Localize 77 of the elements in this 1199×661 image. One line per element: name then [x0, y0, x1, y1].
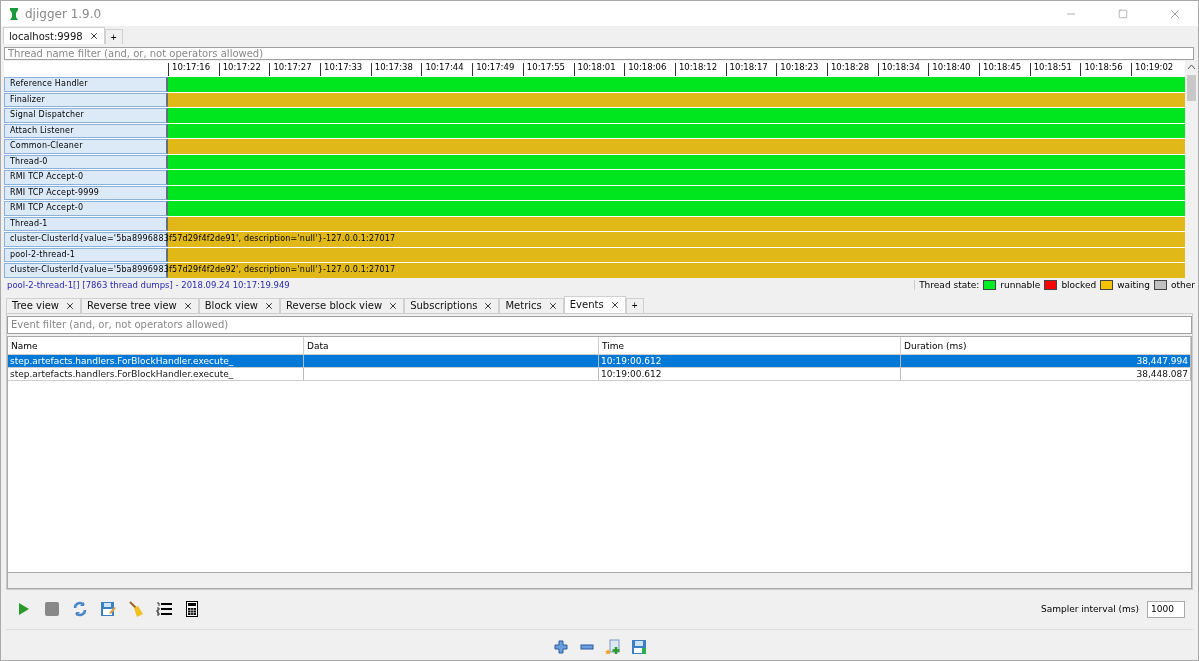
thread-name[interactable]: RMI TCP Accept-9999	[10, 186, 100, 199]
time-tick: 10:19:02	[1131, 63, 1182, 76]
legend-label: waiting	[1117, 279, 1150, 290]
close-icon[interactable]	[264, 300, 274, 311]
time-tick: 10:17:33	[320, 63, 371, 76]
event-filter-field[interactable]: Event filter (and, or, not operators allowed)	[7, 315, 1192, 334]
table-cell: 10:19:00.612	[599, 354, 901, 367]
time-tick: 10:17:44	[421, 63, 473, 76]
close-icon[interactable]	[483, 300, 494, 311]
legend-label: other	[1171, 279, 1195, 290]
legend-title: Thread state:	[919, 279, 980, 290]
scrollbar[interactable]	[1185, 61, 1198, 278]
time-tick: 10:17:38	[370, 63, 422, 76]
time-tick: 10:18:17	[725, 63, 777, 76]
view-tab[interactable]: Reverse tree view	[81, 297, 199, 313]
time-tick: 10:17:16	[168, 63, 219, 76]
time-tick: 10:18:01	[573, 63, 625, 76]
thread-name[interactable]: RMI TCP Accept-0	[10, 202, 84, 214]
thread-name[interactable]: Thread-0	[10, 155, 48, 168]
stop-icon[interactable]	[42, 599, 62, 619]
view-tab[interactable]: Events	[563, 295, 626, 313]
thread-name[interactable]: Attach Listener	[10, 124, 74, 137]
thread-name[interactable]: Common-Cleaner	[10, 140, 83, 152]
close-icon[interactable]	[65, 300, 76, 311]
table-cell: 38,448.087	[901, 367, 1191, 380]
time-tick: 10:17:49	[472, 63, 523, 76]
view-tab[interactable]: Block view	[198, 297, 280, 313]
column-header[interactable]: Data	[304, 336, 599, 354]
view-tab[interactable]: Reverse block view	[280, 297, 405, 313]
maximize-icon	[1118, 8, 1128, 19]
selection-info: pool-2-thread-1[] [7863 thread dumps] - 2018.09.24 10:17:19.949	[6, 279, 291, 290]
legend-label: runnable	[1000, 279, 1041, 290]
thread-name[interactable]: Thread-1	[10, 217, 48, 230]
thread-name[interactable]: Signal Dispatcher	[10, 109, 84, 121]
view-tab[interactable]: Metrics	[499, 297, 564, 313]
time-tick: 10:17:22	[218, 63, 270, 76]
sampler-interval-label: Sampler interval (ms)	[1041, 604, 1139, 614]
time-tick: 10:18:12	[674, 63, 726, 76]
time-tick: 10:17:27	[269, 63, 321, 76]
time-tick: 10:18:23	[776, 63, 827, 76]
sampler-interval-field[interactable]: 1000	[1147, 600, 1185, 618]
thread-name[interactable]: RMI TCP Accept-0	[10, 171, 84, 183]
broom-icon[interactable]	[126, 599, 146, 619]
time-tick: 10:18:51	[1029, 63, 1081, 76]
window-title: djigger 1.9.0	[25, 6, 103, 21]
view-tab[interactable]: Subscriptions	[404, 297, 500, 313]
close-icon[interactable]	[547, 300, 558, 311]
app-logo-icon	[9, 7, 19, 20]
horizontal-scrollbar[interactable]	[8, 571, 1191, 588]
thread-filter-field[interactable]: Thread name filter (and, or, not operators allowed)	[4, 47, 1194, 60]
time-tick: 10:18:06	[624, 63, 675, 76]
close-icon[interactable]	[609, 299, 620, 310]
time-tick: 10:18:40	[928, 63, 979, 76]
time-tick: 10:18:45	[979, 63, 1030, 76]
session-tab[interactable]: localhost:9998	[3, 27, 105, 44]
table-cell: 10:19:00.612	[599, 367, 901, 380]
table-cell: step.artefacts.handlers.ForBlockHandler.execute_	[8, 367, 304, 380]
table-cell: step.artefacts.handlers.ForBlockHandler.execute_	[8, 354, 304, 367]
close-icon[interactable]	[88, 31, 99, 41]
thread-name[interactable]: Finalizer	[10, 93, 45, 106]
thread-name[interactable]: pool-2-thread-1	[10, 248, 76, 261]
column-header[interactable]: Duration (ms)	[901, 336, 1191, 354]
save-icon[interactable]	[98, 599, 118, 619]
close-icon[interactable]	[182, 300, 193, 311]
legend-label: blocked	[1061, 279, 1097, 290]
column-header[interactable]: Time	[599, 336, 901, 354]
close-icon[interactable]	[388, 300, 399, 311]
numbered-list-icon[interactable]	[154, 599, 174, 619]
time-tick: 10:18:34	[877, 63, 929, 76]
scroll-thumb[interactable]	[1187, 75, 1196, 101]
view-tab[interactable]: Tree view	[6, 297, 82, 313]
thread-name[interactable]: Reference Handler	[10, 78, 88, 90]
column-header[interactable]: Name	[8, 336, 304, 354]
time-tick: 10:18:28	[826, 63, 878, 76]
table-cell: 38,447.994	[901, 354, 1191, 367]
time-tick: 10:17:55	[522, 63, 574, 76]
time-tick: 10:18:56	[1080, 63, 1132, 76]
